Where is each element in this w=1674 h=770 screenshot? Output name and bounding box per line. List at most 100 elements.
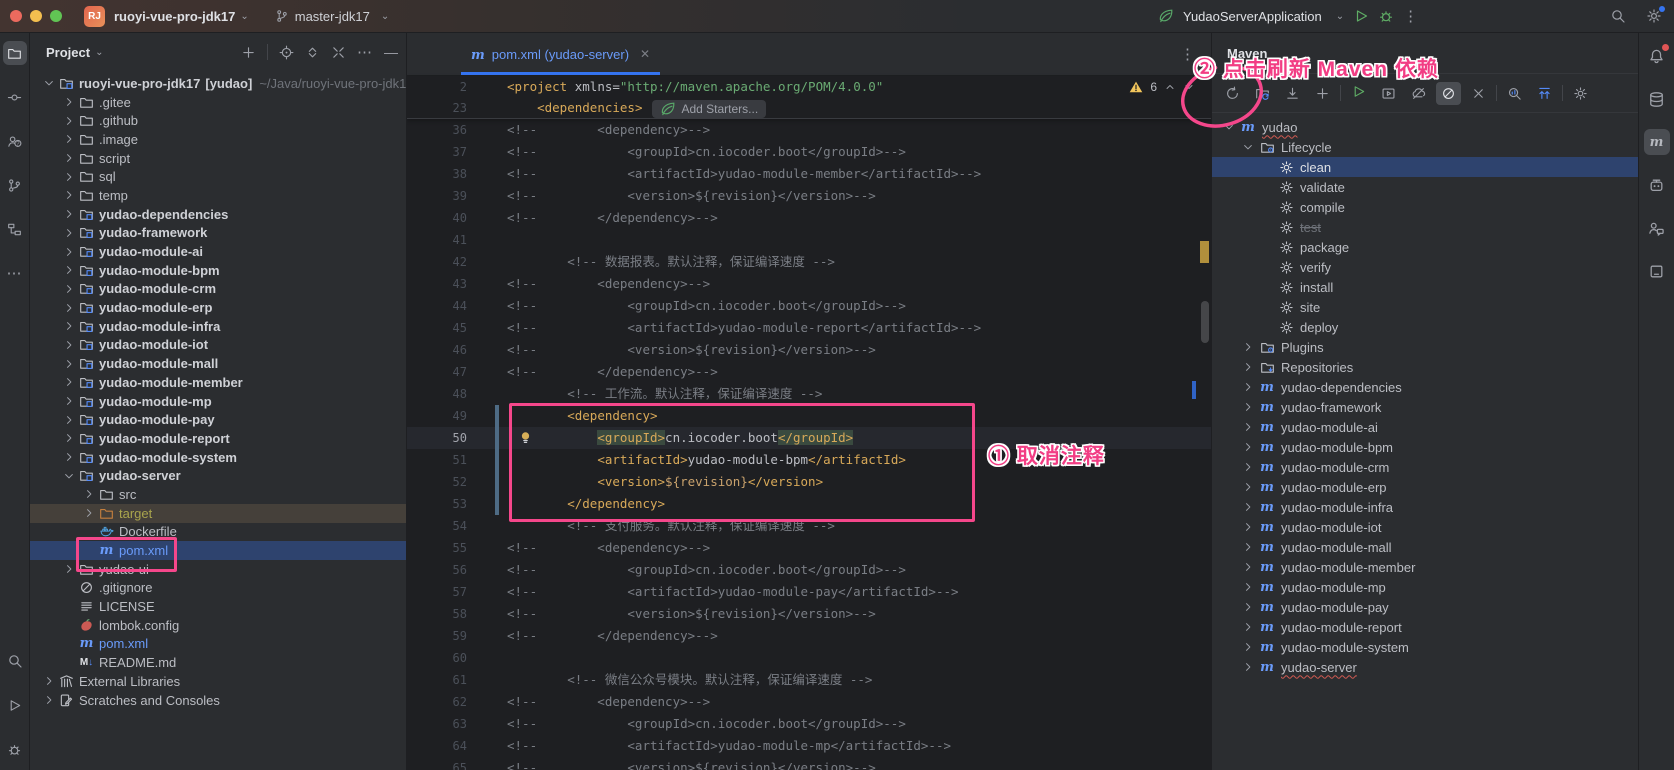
floating-window-icon[interactable] xyxy=(1644,258,1670,284)
maven-tree-item-yudao-module-system[interactable]: myudao-module-system xyxy=(1212,637,1638,657)
close-window-button[interactable] xyxy=(10,10,22,22)
project-tree-item-gitee[interactable]: .gitee xyxy=(30,93,406,112)
project-name-dropdown[interactable]: ruoyi-vue-pro-jdk17 xyxy=(114,9,235,24)
scrollbar-thumb[interactable] xyxy=(1201,301,1209,343)
chevron-right-icon[interactable] xyxy=(1239,521,1257,533)
run-icon[interactable] xyxy=(3,693,27,717)
project-tree-item-yudao-module-member[interactable]: yudao-module-member xyxy=(30,373,406,392)
chevron-down-icon[interactable] xyxy=(60,470,77,482)
maven-tree-item-compile[interactable]: compile xyxy=(1212,197,1638,217)
dependency-updates-button[interactable] xyxy=(1532,82,1557,105)
settings-button[interactable] xyxy=(1568,82,1593,105)
project-tree-item-target[interactable]: target xyxy=(30,504,406,523)
project-tree-item-yudao-dependencies[interactable]: yudao-dependencies xyxy=(30,205,406,224)
collapse-all-icon[interactable] xyxy=(331,45,346,60)
code-line-55[interactable]: 55<!-- <dependency>--> xyxy=(407,537,1211,559)
project-tree-item-yudao-module-mall[interactable]: yudao-module-mall xyxy=(30,354,406,373)
more-icon[interactable]: ⋯ xyxy=(3,261,27,285)
chevron-right-icon[interactable] xyxy=(1239,341,1257,353)
generate-sources-button[interactable] xyxy=(1250,82,1275,105)
maven-tree-item-site[interactable]: site xyxy=(1212,297,1638,317)
chevron-right-icon[interactable] xyxy=(60,133,77,145)
chevron-right-icon[interactable] xyxy=(60,208,77,220)
chevron-right-icon[interactable] xyxy=(80,507,97,519)
chevron-right-icon[interactable] xyxy=(1239,541,1257,553)
project-tree-item-script[interactable]: script xyxy=(30,149,406,168)
project-tree-item-external-libraries[interactable]: External Libraries xyxy=(30,672,406,691)
code-line-60[interactable]: 60 xyxy=(407,647,1211,669)
more-actions-icon[interactable]: ⋮ xyxy=(1403,7,1418,25)
expand-all-icon[interactable] xyxy=(305,45,320,60)
more-icon[interactable]: ⋯ xyxy=(357,43,373,61)
minimize-window-button[interactable] xyxy=(30,10,42,22)
chevron-right-icon[interactable] xyxy=(80,488,97,500)
chevron-right-icon[interactable] xyxy=(60,358,77,370)
project-tree-item-yudao-module-report[interactable]: yudao-module-report xyxy=(30,429,406,448)
editor-area[interactable]: m pom.xml (yudao-server) ✕ ⋮ 2<project x… xyxy=(407,33,1211,770)
add-icon[interactable] xyxy=(241,45,256,60)
chevron-right-icon[interactable] xyxy=(60,152,77,164)
chevron-right-icon[interactable] xyxy=(60,171,77,183)
project-tree-item-src[interactable]: src xyxy=(30,485,406,504)
code-line-41[interactable]: 41 xyxy=(407,229,1211,251)
project-tree-item-ruoyi-vue-pro-jdk17[interactable]: ruoyi-vue-pro-jdk17[yudao]~/Java/ruoyi-v… xyxy=(30,74,406,93)
maven-tree-item-plugins[interactable]: Plugins xyxy=(1212,337,1638,357)
chevron-right-icon[interactable] xyxy=(1239,601,1257,613)
project-tree-item-lombok-config[interactable]: lombok.config xyxy=(30,616,406,635)
intention-bulb-icon[interactable] xyxy=(518,430,533,448)
project-tree-item-yudao-module-mp[interactable]: yudao-module-mp xyxy=(30,392,406,411)
project-tree-item-yudao-module-ai[interactable]: yudao-module-ai xyxy=(30,242,406,261)
project-tree-item-yudao-module-erp[interactable]: yudao-module-erp xyxy=(30,298,406,317)
code-with-me-icon[interactable] xyxy=(1644,215,1670,241)
analyze-dependencies-button[interactable] xyxy=(1502,82,1527,105)
code-line-65[interactable]: 65<!-- <version>${revision}</version>--> xyxy=(407,757,1211,770)
chevron-right-icon[interactable] xyxy=(60,395,77,407)
code-line-37[interactable]: 37<!-- <groupId>cn.iocoder.boot</groupId… xyxy=(407,141,1211,163)
editor-error-stripe[interactable] xyxy=(1198,33,1211,770)
chevron-right-icon[interactable] xyxy=(60,563,77,575)
code-line-47[interactable]: 47<!-- </dependency>--> xyxy=(407,361,1211,383)
maven-tree-item-yudao-module-ai[interactable]: myudao-module-ai xyxy=(1212,417,1638,437)
chevron-right-icon[interactable] xyxy=(60,96,77,108)
chevron-right-icon[interactable] xyxy=(1239,561,1257,573)
maven-tree-item-validate[interactable]: validate xyxy=(1212,177,1638,197)
chevron-down-icon[interactable] xyxy=(1220,121,1238,133)
chevron-right-icon[interactable] xyxy=(1239,581,1257,593)
maven-tree-item-yudao-module-mall[interactable]: myudao-module-mall xyxy=(1212,537,1638,557)
search-icon[interactable] xyxy=(3,649,27,673)
branch-widget[interactable]: master-jdk17 ⌄ xyxy=(275,9,390,24)
maven-tree-item-yudao-server[interactable]: myudao-server xyxy=(1212,657,1638,677)
chevron-right-icon[interactable] xyxy=(40,675,57,687)
code-line-62[interactable]: 62<!-- <dependency>--> xyxy=(407,691,1211,713)
chevron-right-icon[interactable] xyxy=(60,264,77,276)
chevron-right-icon[interactable] xyxy=(1239,621,1257,633)
maven-tree-item-yudao-module-mp[interactable]: myudao-module-mp xyxy=(1212,577,1638,597)
chevron-right-icon[interactable] xyxy=(1239,421,1257,433)
code-line-2[interactable]: 2<project xmlns="http://maven.apache.org… xyxy=(407,76,1211,97)
maven-tree-item-repositories[interactable]: Repositories xyxy=(1212,357,1638,377)
maven-tree-item-yudao-module-bpm[interactable]: myudao-module-bpm xyxy=(1212,437,1638,457)
project-tree-item-dockerfile[interactable]: Dockerfile xyxy=(30,523,406,542)
reload-button[interactable] xyxy=(1220,82,1245,105)
tab-pom-xml[interactable]: m pom.xml (yudao-server) ✕ xyxy=(461,33,660,75)
run-button[interactable] xyxy=(1353,8,1369,24)
maven-tree-item-yudao-framework[interactable]: myudao-framework xyxy=(1212,397,1638,417)
settings-gear-icon[interactable] xyxy=(1646,8,1662,24)
maven-tree-item-yudao-module-member[interactable]: myudao-module-member xyxy=(1212,557,1638,577)
chevron-right-icon[interactable] xyxy=(1239,641,1257,653)
chevron-right-icon[interactable] xyxy=(1239,661,1257,673)
code-line-48[interactable]: 48 <!-- 工作流。默认注释，保证编译速度 --> xyxy=(407,383,1211,405)
close-button[interactable] xyxy=(1466,82,1491,105)
offline-button[interactable] xyxy=(1406,82,1431,105)
skip-tests-button[interactable] xyxy=(1436,82,1461,105)
download-sources-button[interactable] xyxy=(1280,82,1305,105)
maven-tree-item-yudao-dependencies[interactable]: myudao-dependencies xyxy=(1212,377,1638,397)
chevron-right-icon[interactable] xyxy=(60,283,77,295)
code-line-50[interactable]: 50 <groupId>cn.iocoder.boot</groupId> xyxy=(407,427,1211,449)
project-panel-title[interactable]: Project xyxy=(46,45,90,60)
database-icon[interactable] xyxy=(1644,86,1670,112)
add-starters-hint[interactable]: Add Starters... xyxy=(652,100,766,118)
code-line-38[interactable]: 38<!-- <artifactId>yudao-module-member</… xyxy=(407,163,1211,185)
code-line-36[interactable]: 36<!-- <dependency>--> xyxy=(407,119,1211,141)
search-everywhere-icon[interactable] xyxy=(1610,8,1626,24)
